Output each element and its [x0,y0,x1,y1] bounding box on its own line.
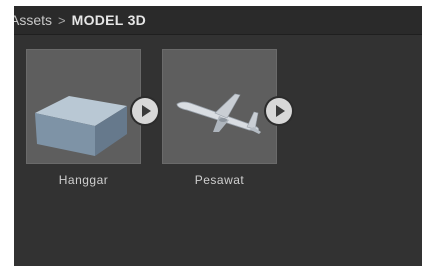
breadcrumb-assets[interactable]: Assets [14,12,52,28]
breadcrumb-separator: > [58,12,66,28]
airplane-model-icon [176,93,261,134]
asset-label: Hanggar [58,173,109,187]
asset-thumbnail[interactable] [162,49,277,164]
play-preview-button[interactable] [132,98,158,124]
breadcrumb: Assets > MODEL 3D [14,6,422,35]
project-browser-panel: Assets > MODEL 3D Hanggar Pesawat [14,6,422,266]
asset-thumbnail[interactable] [26,49,141,164]
asset-item-hanggar[interactable]: Hanggar [26,49,158,199]
play-preview-button[interactable] [266,98,292,124]
cube-model-icon [35,96,127,156]
asset-item-pesawat[interactable]: Pesawat [162,49,292,199]
breadcrumb-current-folder[interactable]: MODEL 3D [72,12,147,28]
asset-label: Pesawat [194,173,245,187]
